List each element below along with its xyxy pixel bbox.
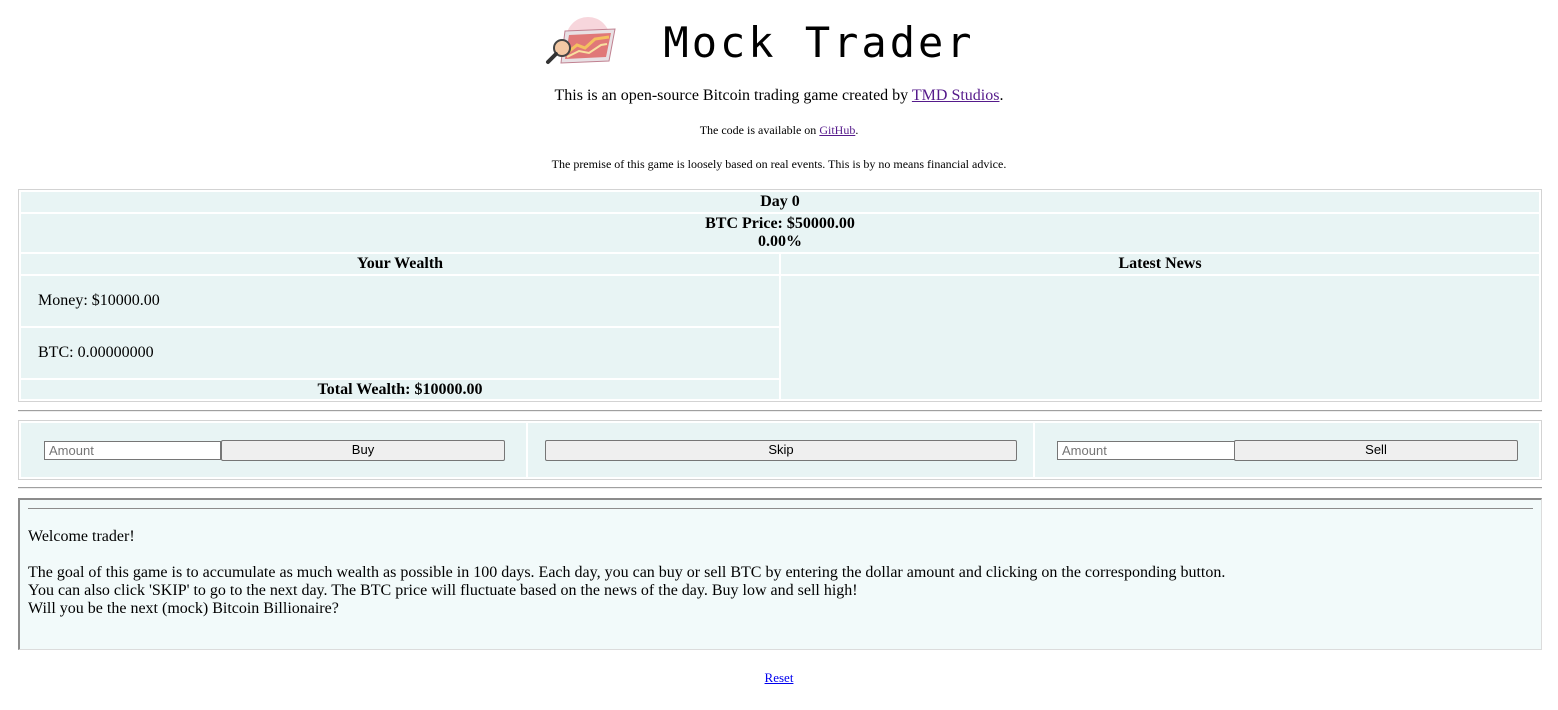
money-value: Money: $10000.00	[38, 292, 160, 309]
skip-button[interactable]: Skip	[545, 440, 1017, 461]
wealth-heading: Your Wealth	[356, 255, 444, 272]
day-cell: Day 0	[21, 192, 1539, 212]
buy-button[interactable]: Buy	[221, 440, 505, 461]
btc-cell: BTC: 0.00000000	[21, 328, 779, 378]
btc-price: BTC Price: $50000.00	[705, 215, 855, 232]
code-text-end: .	[855, 123, 859, 137]
controls-table: Amount Buy Skip Amount Sell	[18, 420, 1542, 480]
chart-magnifier-logo-icon	[546, 17, 617, 64]
billionaire-message: Will you be the next (mock) Bitcoin Bill…	[28, 600, 339, 617]
header: Mock Trader	[0, 12, 1558, 72]
news-heading-cell: Latest News	[781, 254, 1539, 274]
money-cell: Money: $10000.00	[21, 276, 779, 326]
reset-container: Reset	[0, 670, 1558, 686]
price-change: 0.00%	[758, 233, 802, 250]
skip-message: You can also click 'SKIP' to go to the n…	[28, 582, 858, 599]
sell-cell: Amount Sell	[1035, 423, 1539, 477]
price-cell: BTC Price: $50000.00 0.00%	[21, 214, 1539, 252]
page-title: Mock Trader	[663, 17, 975, 67]
divider	[18, 487, 1542, 489]
buy-cell: Amount Buy	[21, 423, 526, 477]
divider	[18, 410, 1542, 412]
sell-amount-input[interactable]: Amount	[1057, 441, 1235, 460]
btc-value: BTC: 0.00000000	[38, 344, 154, 361]
news-heading: Latest News	[1118, 255, 1202, 272]
github-link[interactable]: GitHub	[819, 123, 855, 137]
news-cell	[781, 276, 1539, 399]
wealth-heading-cell: Your Wealth	[21, 254, 779, 274]
total-wealth: Total Wealth: $10000.00	[317, 381, 483, 398]
day-label: Day 0	[760, 193, 800, 210]
total-cell: Total Wealth: $10000.00	[21, 380, 779, 399]
intro-text: This is an open-source Bitcoin trading g…	[0, 87, 1558, 105]
code-text: The code is available on GitHub.	[0, 123, 1558, 138]
tmd-studios-link[interactable]: TMD Studios	[912, 87, 1000, 104]
message-divider	[28, 508, 1533, 509]
buy-amount-input[interactable]: Amount	[44, 441, 221, 460]
reset-link[interactable]: Reset	[765, 670, 794, 685]
goal-message: The goal of this game is to accumulate a…	[28, 564, 1226, 581]
sell-button[interactable]: Sell	[1234, 440, 1518, 461]
skip-cell: Skip	[528, 423, 1033, 477]
stats-table: Day 0 BTC Price: $50000.00 0.00% Your We…	[18, 189, 1542, 402]
disclaimer: The premise of this game is loosely base…	[551, 157, 1007, 171]
code-text-start: The code is available on	[699, 123, 820, 137]
intro-text-end: .	[999, 87, 1004, 104]
message-log[interactable]: Welcome trader! The goal of this game is…	[18, 498, 1542, 650]
welcome-message: Welcome trader!	[28, 528, 135, 545]
intro-text-start: This is an open-source Bitcoin trading g…	[554, 87, 912, 104]
